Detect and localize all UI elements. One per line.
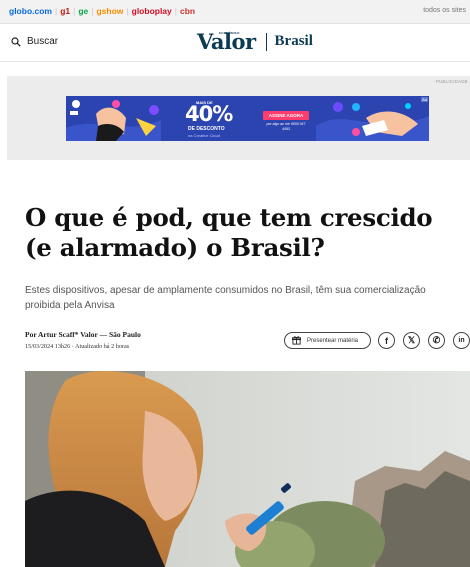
separator: | — [126, 6, 129, 16]
site-link-globo[interactable]: globo.com — [9, 6, 52, 16]
site-link-g1[interactable]: g1 — [60, 6, 70, 16]
logo-tagline: ECONÔMICO — [219, 31, 240, 35]
article-hero-image — [25, 371, 470, 567]
gift-label: Presentear matéria — [307, 337, 359, 344]
globo-topbar: globo.com | g1 | ge | gshow | globoplay … — [0, 0, 470, 24]
section-title[interactable]: Brasil — [275, 33, 313, 50]
globo-sites-nav: globo.com | g1 | ge | gshow | globoplay … — [9, 6, 195, 16]
share-linkedin-button[interactable]: in — [453, 332, 470, 349]
gift-article-button[interactable]: Presentear matéria — [284, 332, 371, 349]
article-title: O que é pod, que tem crescido (e alarmad… — [25, 203, 433, 262]
ad-desc: DE DESCONTO — [188, 126, 225, 132]
ad-slot: PUBLICIDADE MAIS DE 40% DE DESCONTO na C… — [7, 76, 470, 160]
linkedin-icon: in — [458, 337, 465, 344]
separator: | — [174, 6, 177, 16]
separator: | — [54, 6, 58, 16]
share-whatsapp-button[interactable]: ✆ — [428, 332, 445, 349]
site-header: Buscar Valor ECONÔMICO Brasil — [0, 24, 470, 62]
search-label: Buscar — [27, 36, 59, 47]
ad-label: PUBLICIDADE — [435, 79, 468, 84]
facebook-icon: f — [385, 335, 388, 346]
ad-sub: na Creative Cloud — [188, 133, 221, 138]
ad-price-text: por algo ao me 0800 047 4493 — [266, 122, 306, 131]
brand-divider — [265, 32, 267, 51]
ad-banner[interactable]: MAIS DE 40% DE DESCONTO na Creative Clou… — [66, 96, 429, 141]
article-date: 15/03/2024 13h26 · Atualizado há 2 horas — [25, 343, 130, 350]
share-facebook-button[interactable]: f — [378, 332, 395, 349]
separator: | — [73, 6, 76, 16]
x-icon: 𝕏 — [407, 335, 416, 345]
all-sites-link[interactable]: todos os sites — [423, 7, 466, 14]
brand[interactable]: Valor ECONÔMICO Brasil — [197, 29, 313, 54]
search-button[interactable]: Buscar — [11, 36, 58, 47]
site-link-globoplay[interactable]: globoplay — [132, 6, 172, 16]
site-link-ge[interactable]: ge — [78, 6, 88, 16]
ad-headline-big: 40% — [185, 102, 233, 126]
search-icon — [11, 36, 21, 47]
gift-icon — [292, 336, 301, 345]
article-subtitle: Estes dispositivos, apesar de amplamente… — [25, 285, 426, 311]
site-link-gshow[interactable]: gshow — [96, 6, 123, 16]
share-x-button[interactable]: 𝕏 — [403, 332, 420, 349]
ad-choices-badge[interactable]: Ad — [421, 97, 428, 102]
site-link-cbn[interactable]: cbn — [180, 6, 195, 16]
whatsapp-icon: ✆ — [432, 335, 441, 345]
hero-photo — [25, 371, 470, 567]
ad-artwork — [66, 100, 429, 141]
valor-logo: Valor ECONÔMICO — [197, 29, 256, 54]
separator: | — [91, 6, 94, 16]
article-byline: Por Artur Scaff* Valor — São Paulo — [25, 330, 141, 339]
ad-cta-button[interactable]: ASSINE AGORA — [263, 111, 309, 120]
